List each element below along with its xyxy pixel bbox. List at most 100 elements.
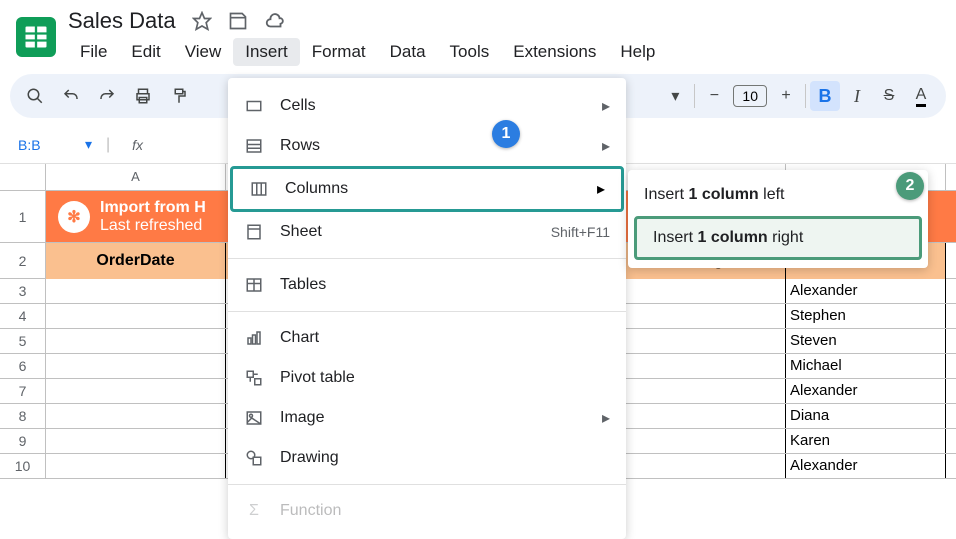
submenu-label-pre: Insert [653, 229, 697, 246]
paint-format-icon[interactable] [164, 81, 194, 111]
row-header[interactable]: 4 [0, 304, 46, 328]
menu-item-label: Tables [280, 276, 326, 294]
cell-salesman[interactable]: Karen [786, 429, 946, 453]
strikethrough-button[interactable]: S [874, 81, 904, 111]
menu-item-image[interactable]: Image ▸ [228, 398, 626, 438]
menu-format[interactable]: Format [300, 38, 378, 66]
text-color-button[interactable]: A [906, 81, 936, 111]
bold-button[interactable]: B [810, 81, 840, 111]
dropdown-caret-icon[interactable]: ▾ [660, 81, 690, 111]
submenu-label-bold: 1 column [688, 186, 758, 203]
document-title[interactable]: Sales Data [68, 8, 176, 34]
search-icon[interactable] [20, 81, 50, 111]
row-header[interactable]: 1 [0, 191, 46, 242]
cloud-icon[interactable] [264, 10, 286, 32]
cell[interactable] [626, 329, 786, 353]
cell[interactable] [626, 454, 786, 478]
menu-item-chart[interactable]: Chart [228, 318, 626, 358]
cell[interactable] [46, 354, 226, 378]
row-header[interactable]: 5 [0, 329, 46, 353]
increase-font-icon[interactable]: + [771, 81, 801, 111]
menu-item-cells[interactable]: Cells ▸ [228, 86, 626, 126]
cell-salesman[interactable]: Michael [786, 354, 946, 378]
annotation-badge-2: 2 [896, 172, 924, 200]
chevron-right-icon: ▸ [602, 96, 610, 116]
italic-button[interactable]: I [842, 81, 872, 111]
cell-salesman[interactable]: Steven [786, 329, 946, 353]
menu-edit[interactable]: Edit [119, 38, 172, 66]
menu-file[interactable]: File [68, 38, 119, 66]
hubspot-icon: ✻ [58, 201, 90, 233]
cell[interactable] [46, 304, 226, 328]
menu-item-function[interactable]: Σ Function [228, 491, 626, 531]
star-icon[interactable] [192, 11, 212, 31]
menu-item-sheet[interactable]: Sheet Shift+F11 [228, 212, 626, 252]
cell[interactable] [626, 354, 786, 378]
undo-icon[interactable] [56, 81, 86, 111]
cell[interactable] [46, 404, 226, 428]
cell[interactable] [626, 404, 786, 428]
submenu-label-post: left [759, 186, 785, 203]
submenu-insert-left[interactable]: Insert 1 column left [628, 176, 928, 214]
cell[interactable] [46, 329, 226, 353]
menu-tools[interactable]: Tools [438, 38, 502, 66]
row-header[interactable]: 7 [0, 379, 46, 403]
submenu-label-post: right [768, 229, 804, 246]
rows-icon [244, 136, 264, 156]
menu-item-columns[interactable]: Columns ▸ [230, 166, 624, 212]
submenu-insert-right[interactable]: Insert 1 column right [634, 216, 922, 260]
row-header[interactable]: 9 [0, 429, 46, 453]
submenu-label-bold: 1 column [697, 229, 767, 246]
cell-salesman[interactable]: Alexander [786, 454, 946, 478]
menu-item-rows[interactable]: Rows ▸ [228, 126, 626, 166]
tables-icon [244, 275, 264, 295]
row-header[interactable]: 2 [0, 243, 46, 278]
menu-shortcut: Shift+F11 [551, 224, 610, 240]
columns-submenu: Insert 1 column left Insert 1 column rig… [628, 170, 928, 268]
cell[interactable] [626, 279, 786, 303]
print-icon[interactable] [128, 81, 158, 111]
cell[interactable] [46, 429, 226, 453]
menu-separator [228, 258, 626, 259]
cell[interactable] [626, 429, 786, 453]
title-bar: Sales Data File Edit View Insert Format … [0, 0, 956, 74]
row-header[interactable]: 10 [0, 454, 46, 478]
chevron-right-icon: ▸ [602, 136, 610, 156]
menu-extensions[interactable]: Extensions [501, 38, 608, 66]
cell[interactable] [46, 279, 226, 303]
import-line1: Import from H [100, 199, 206, 217]
menu-view[interactable]: View [173, 38, 234, 66]
select-all-corner[interactable] [0, 164, 46, 190]
column-header-a[interactable]: A [46, 164, 226, 190]
cell-salesman[interactable]: Alexander [786, 279, 946, 303]
cell[interactable] [626, 304, 786, 328]
move-icon[interactable] [228, 11, 248, 31]
cell[interactable] [626, 379, 786, 403]
menu-help[interactable]: Help [608, 38, 667, 66]
cell-salesman[interactable]: Stephen [786, 304, 946, 328]
menu-item-label: Function [280, 502, 341, 520]
menu-item-pivot[interactable]: Pivot table [228, 358, 626, 398]
menu-item-drawing[interactable]: Drawing [228, 438, 626, 478]
header-orderdate[interactable]: OrderDate [46, 243, 226, 279]
menu-item-tables[interactable]: Tables [228, 265, 626, 305]
row-header[interactable]: 3 [0, 279, 46, 303]
redo-icon[interactable] [92, 81, 122, 111]
cell[interactable] [46, 379, 226, 403]
menu-item-label: Rows [280, 137, 320, 155]
submenu-label-pre: Insert [644, 186, 688, 203]
row-header[interactable]: 8 [0, 404, 46, 428]
font-size-input[interactable]: 10 [733, 85, 767, 107]
cell-salesman[interactable]: Alexander [786, 379, 946, 403]
function-icon: Σ [244, 501, 264, 521]
name-box[interactable]: B:B ▾ [10, 132, 100, 157]
decrease-font-icon[interactable]: − [699, 81, 729, 111]
row-header[interactable]: 6 [0, 354, 46, 378]
menu-data[interactable]: Data [378, 38, 438, 66]
cell[interactable] [46, 454, 226, 478]
sheet-icon [244, 222, 264, 242]
menu-insert[interactable]: Insert [233, 38, 300, 66]
cell-salesman[interactable]: Diana [786, 404, 946, 428]
menu-item-label: Image [280, 409, 324, 427]
menu-item-label: Pivot table [280, 369, 355, 387]
